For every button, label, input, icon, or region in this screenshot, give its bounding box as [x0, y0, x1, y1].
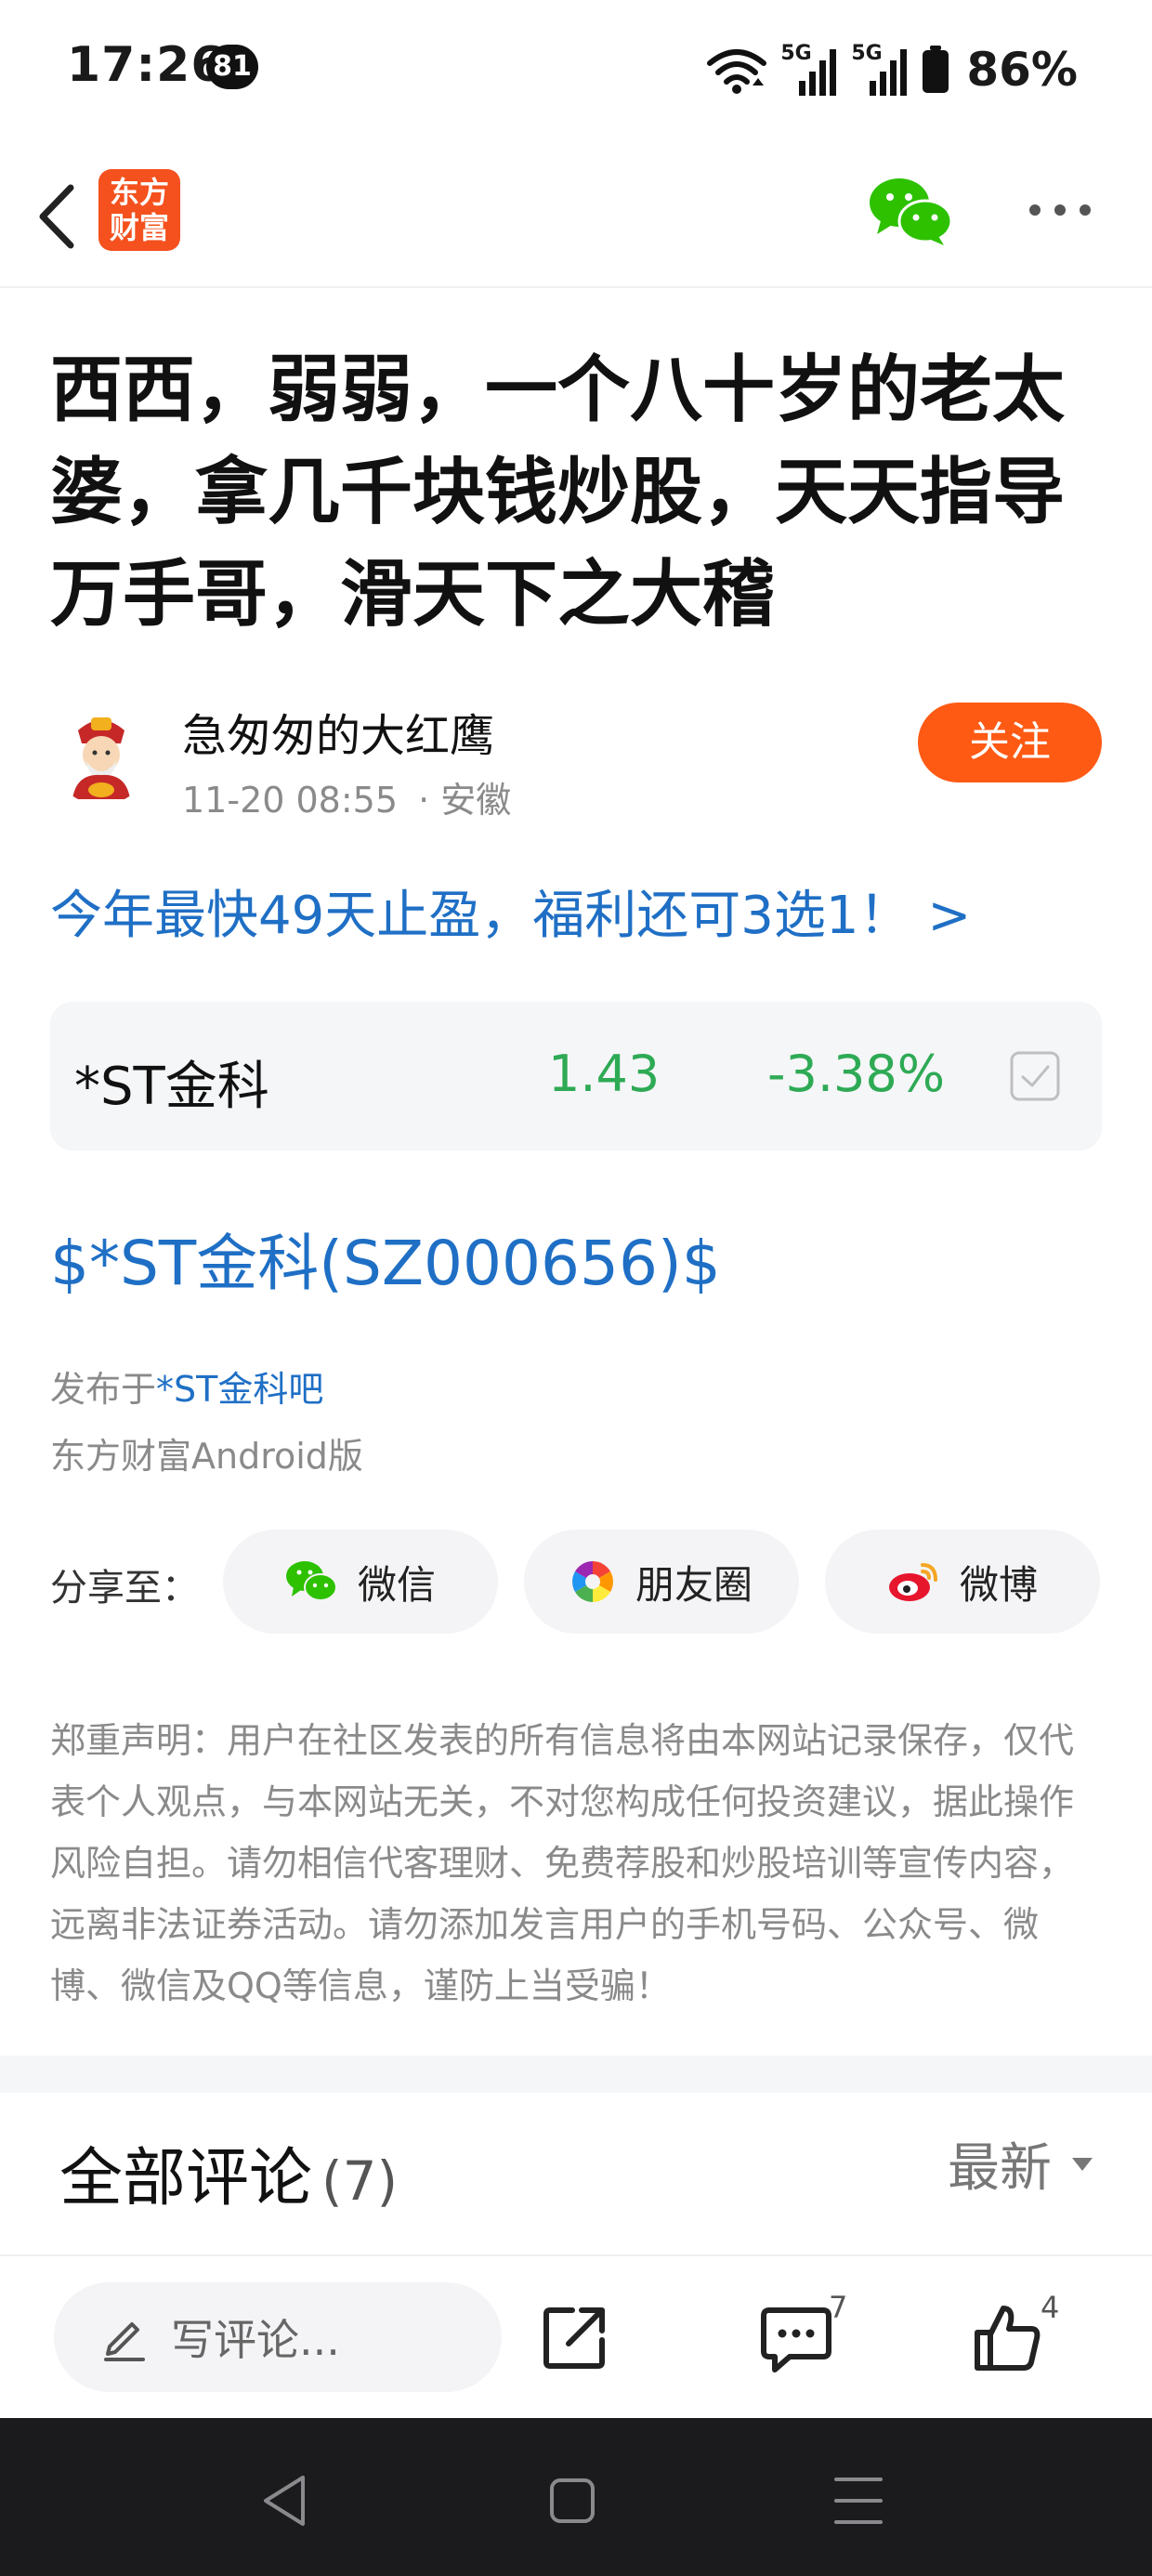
- pencil-icon: [104, 2322, 145, 2361]
- logo-text-line1: 东方: [109, 175, 169, 210]
- signal-bars-icon: [870, 49, 908, 96]
- status-indicators: 5G 5G 86%: [706, 37, 1078, 102]
- comments-title: 全部评论: [59, 2142, 313, 2215]
- follow-button[interactable]: 关注: [918, 703, 1102, 782]
- wechat-icon: [285, 1561, 337, 1601]
- cellular-signal-2: 5G: [851, 42, 909, 98]
- share-external-icon[interactable]: [541, 2303, 609, 2372]
- share-wechat-label: 微信: [357, 1561, 436, 1608]
- client-info: 东方财富Android版: [50, 1436, 363, 1477]
- post-title: 西西，弱弱，一个八十岁的老太婆，拿几千块钱炒股，天天指导万手哥，滑天下之大稽: [50, 348, 1066, 637]
- stock-tag-link[interactable]: $*ST金科(SZ000656)$: [50, 1214, 721, 1303]
- status-bar: 17:26 81 5G 5G 86%: [0, 0, 1152, 139]
- eastmoney-logo: 东方 财富: [98, 169, 180, 251]
- stock-change: -3.38%: [767, 1045, 946, 1103]
- promo-link[interactable]: 今年最快49天止盈，福利还可3选1！ >: [50, 874, 971, 949]
- moments-icon: [572, 1561, 613, 1602]
- battery-icon: [923, 46, 949, 93]
- post-meta: 11-20 08:55 · 安徽: [182, 771, 511, 822]
- write-comment-input[interactable]: 写评论...: [54, 2282, 502, 2392]
- nav-menu-icon[interactable]: [821, 2468, 896, 2533]
- battery-percent: 86%: [966, 43, 1078, 97]
- signal-bars-icon: [799, 49, 837, 96]
- share-weibo-label: 微博: [959, 1561, 1038, 1608]
- share-moments-button[interactable]: 朋友圈: [524, 1530, 799, 1634]
- stock-bar-link[interactable]: *ST金科吧: [156, 1369, 323, 1410]
- cellular-signal-1: 5G: [780, 42, 838, 98]
- wechat-icon: [870, 178, 953, 245]
- status-time: 17:26: [67, 37, 226, 93]
- author-name[interactable]: 急匆匆的大红鹰: [182, 699, 494, 764]
- share-weibo-button[interactable]: 微博: [825, 1530, 1100, 1634]
- bottom-action-bar: 写评论... 7 4: [0, 2254, 1152, 2418]
- published-prefix: 发布于: [50, 1369, 157, 1410]
- system-navigation-bar: [0, 2418, 1152, 2576]
- thumbs-up-icon[interactable]: [972, 2301, 1044, 2373]
- comments-header: 全部评论 (7): [59, 2126, 398, 2218]
- caret-down-icon: [1072, 2157, 1093, 2171]
- checkbox-icon[interactable]: [1009, 1050, 1061, 1102]
- comment-icon[interactable]: [760, 2305, 832, 2373]
- sort-dropdown[interactable]: 最新: [948, 2126, 1094, 2201]
- sort-label: 最新: [948, 2138, 1052, 2199]
- share-moments-label: 朋友圈: [635, 1561, 753, 1608]
- post-date: 11-20 08:55: [182, 780, 399, 821]
- like-count-badge: 4: [1041, 2290, 1060, 2325]
- disclaimer-text: 郑重声明：用户在社区发表的所有信息将由本网站记录保存，仅代表个人观点，与本网站无…: [50, 1720, 1075, 2006]
- top-nav-bar: 东方 财富: [0, 149, 1152, 288]
- comment-count-badge: 7: [829, 2290, 848, 2325]
- stock-price: 1.43: [548, 1045, 661, 1103]
- section-divider: [0, 2056, 1152, 2093]
- nav-back-icon[interactable]: [249, 2468, 323, 2533]
- comments-count: (7): [321, 2149, 399, 2213]
- post-location: · 安徽: [418, 780, 512, 821]
- chevron-left-icon: [39, 184, 74, 249]
- share-wechat-button[interactable]: 微信: [223, 1530, 498, 1634]
- wechat-share-button[interactable]: [868, 175, 953, 249]
- share-label: 分享至：: [50, 1567, 199, 1610]
- more-options-button[interactable]: [1018, 182, 1102, 238]
- logo-text-line2: 财富: [109, 210, 169, 245]
- published-in: 发布于*ST金科吧: [50, 1360, 323, 1412]
- notification-badge: 81: [206, 45, 258, 89]
- stock-quote-card[interactable]: *ST金科 1.43 -3.38%: [50, 1002, 1102, 1150]
- nav-home-icon[interactable]: [535, 2468, 609, 2533]
- author-avatar[interactable]: [50, 703, 152, 805]
- comment-placeholder: 写评论...: [171, 2315, 340, 2365]
- more-dots-icon: [1029, 204, 1091, 216]
- wifi-icon: [707, 49, 767, 94]
- stock-name: *ST金科: [74, 1057, 269, 1117]
- weibo-icon: [888, 1563, 937, 1601]
- back-button[interactable]: [22, 175, 106, 258]
